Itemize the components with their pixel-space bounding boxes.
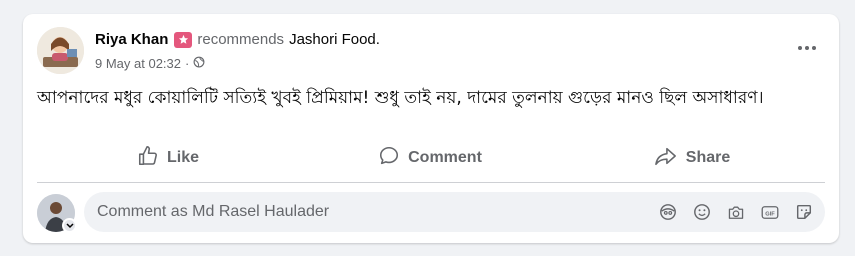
divider xyxy=(37,182,825,183)
sticker-icon[interactable] xyxy=(795,203,813,221)
meta-separator: · xyxy=(185,56,190,71)
gif-icon[interactable]: GIF xyxy=(761,203,779,221)
comment-box: GIF xyxy=(84,192,825,232)
post-meta: 9 May at 02:32 · xyxy=(95,56,205,71)
svg-text:GIF: GIF xyxy=(765,211,775,217)
emoji-icon[interactable] xyxy=(693,203,711,221)
author-avatar[interactable] xyxy=(37,27,84,74)
like-label: Like xyxy=(166,149,199,166)
globe-icon[interactable] xyxy=(193,56,205,71)
more-options-icon[interactable] xyxy=(795,38,819,58)
post-body-text: আপনাদের মধুর কোয়ালিটি সত্যিই খুবই প্রিম… xyxy=(37,88,764,108)
post-timestamp[interactable]: 9 May at 02:32 xyxy=(95,56,181,71)
post-actions: Like Comment Share xyxy=(37,142,823,174)
share-label: Share xyxy=(685,149,731,166)
thumbs-up-icon xyxy=(137,145,159,172)
author-line-period: . xyxy=(375,31,380,48)
post-card: Riya Khan recommends Jashori Food . 9 Ma… xyxy=(23,14,839,243)
author-name[interactable]: Riya Khan xyxy=(95,31,168,48)
comment-tools: GIF xyxy=(659,203,825,221)
like-button[interactable]: Like xyxy=(37,142,299,174)
star-badge-icon[interactable] xyxy=(174,31,193,48)
recommends-text: recommends xyxy=(197,31,285,48)
avatar-sticker-icon[interactable] xyxy=(659,203,677,221)
comment-button[interactable]: Comment xyxy=(299,142,561,174)
share-button[interactable]: Share xyxy=(561,142,823,174)
comment-input[interactable] xyxy=(84,203,659,221)
comment-label: Comment xyxy=(408,149,482,166)
page-name-link[interactable]: Jashori Food xyxy=(289,31,376,48)
author-line: Riya Khan recommends Jashori Food . xyxy=(95,31,380,48)
chevron-down-icon[interactable] xyxy=(62,218,77,233)
share-arrow-icon xyxy=(654,145,678,172)
speech-bubble-icon xyxy=(378,145,400,172)
camera-icon[interactable] xyxy=(727,203,745,221)
